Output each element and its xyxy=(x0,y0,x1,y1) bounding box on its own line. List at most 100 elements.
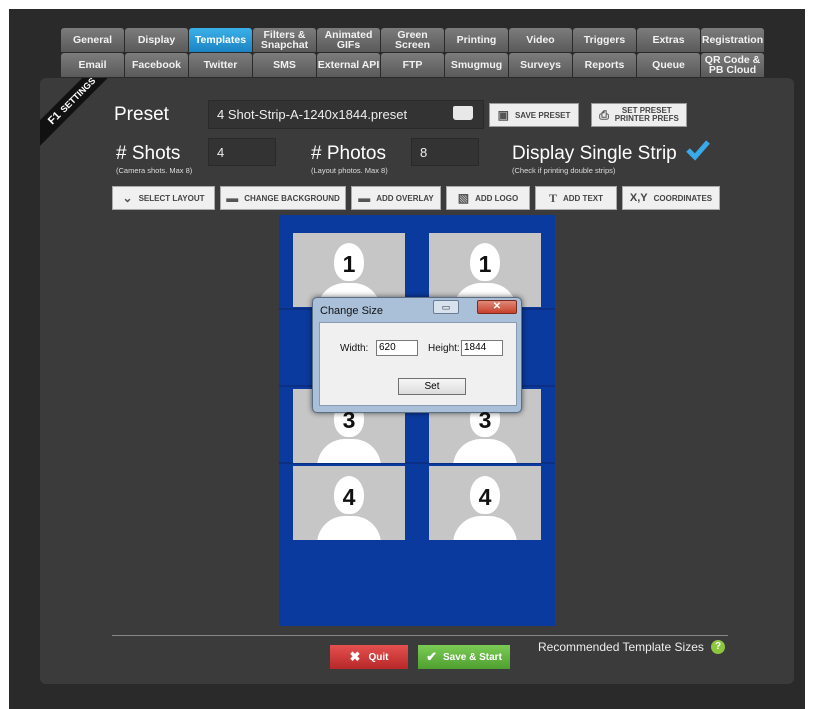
photos-label: # Photos xyxy=(311,143,386,164)
width-label: Width: xyxy=(340,343,369,354)
tab-queue[interactable]: Queue xyxy=(637,53,700,77)
tab-email[interactable]: Email xyxy=(61,53,124,77)
close-icon[interactable]: ✕ xyxy=(477,300,517,314)
save-preset-button[interactable]: ▣ SAVE PRESET xyxy=(489,103,579,127)
check-icon: ✔ xyxy=(426,649,437,664)
tab-display[interactable]: Display xyxy=(125,28,188,52)
tab-general[interactable]: General xyxy=(61,28,124,52)
folder-icon: ▬ xyxy=(358,191,371,205)
photos-input[interactable]: 8 xyxy=(411,138,479,166)
dialog-body: Width: 620 Height: 1844 Set xyxy=(319,322,517,406)
shots-hint: (Camera shots. Max 8) xyxy=(116,166,193,175)
shots-value: 4 xyxy=(217,144,225,160)
tab-twitter[interactable]: Twitter xyxy=(189,53,252,77)
help-icon[interactable]: ? xyxy=(711,640,725,654)
tab-printing[interactable]: Printing xyxy=(445,28,508,52)
tab-external-api[interactable]: External API xyxy=(317,53,380,77)
save-start-button[interactable]: ✔ Save & Start xyxy=(418,645,510,669)
save-icon: ▣ xyxy=(497,108,509,122)
add-text-button[interactable]: T ADD TEXT xyxy=(535,186,617,210)
recommended-sizes-link[interactable]: Recommended Template Sizes xyxy=(538,640,704,654)
width-input[interactable]: 620 xyxy=(376,340,418,356)
photo-slot[interactable]: 4 xyxy=(293,466,405,540)
tab-reports[interactable]: Reports xyxy=(573,53,636,77)
chevron-down-icon: ⌄ xyxy=(122,191,133,205)
preset-label: Preset xyxy=(114,104,169,125)
tab-animated-gifs[interactable]: Animated GIFs xyxy=(317,28,380,52)
person-shoulders xyxy=(453,439,517,463)
printer-prefs-button[interactable]: ⎙ SET PRESET PRINTER PREFS xyxy=(591,103,687,127)
tab-green-screen[interactable]: Green Screen xyxy=(381,28,444,52)
slot-number: 4 xyxy=(478,484,492,510)
image-icon: ▧ xyxy=(457,191,470,205)
photo-slot[interactable]: 4 xyxy=(429,466,541,540)
ribbon-key: F1 xyxy=(45,109,64,128)
single-strip-checkbox[interactable] xyxy=(686,139,710,161)
photo-slot[interactable]: 1 xyxy=(429,233,541,307)
tab-registration[interactable]: Registration xyxy=(701,28,764,52)
tab-bar: General Display Templates Filters & Snapcha… xyxy=(61,28,773,78)
folder-icon: ▬ xyxy=(226,191,239,205)
slot-number: 1 xyxy=(478,251,492,277)
person-shoulders xyxy=(453,516,517,540)
photos-hint: (Layout photos. Max 8) xyxy=(311,166,388,175)
settings-ribbon: F1SETTINGS xyxy=(40,78,110,148)
tab-filters-snapchat[interactable]: Filters & Snapchat xyxy=(253,28,316,52)
photos-value: 8 xyxy=(420,144,428,160)
single-strip-label: Display Single Strip xyxy=(512,143,677,164)
dialog-title: Change Size xyxy=(320,305,383,317)
printer-prefs-label: SET PRESET PRINTER PREFS xyxy=(614,106,679,123)
tab-triggers[interactable]: Triggers xyxy=(573,28,636,52)
text-icon: T xyxy=(548,190,557,205)
quit-button[interactable]: ✖ Quit xyxy=(330,645,408,669)
single-strip-hint: (Check if printing double strips) xyxy=(512,166,616,175)
add-overlay-label: ADD OVERLAY xyxy=(376,193,434,203)
photo-slot[interactable]: 1 xyxy=(293,233,405,307)
height-label: Height: xyxy=(428,343,460,354)
tab-row-1: General Display Templates Filters & Snapcha… xyxy=(61,28,773,52)
add-overlay-button[interactable]: ▬ ADD OVERLAY xyxy=(351,186,441,210)
change-background-label: CHANGE BACKGROUND xyxy=(244,193,340,203)
shots-input[interactable]: 4 xyxy=(208,138,276,166)
height-input[interactable]: 1844 xyxy=(461,340,503,356)
change-background-button[interactable]: ▬ CHANGE BACKGROUND xyxy=(220,186,346,210)
tab-row-2: Email Facebook Twitter SMS External API FTP Sm… xyxy=(61,53,773,77)
preset-value: 4 Shot-Strip-A-1240x1844.preset xyxy=(217,107,408,122)
save-start-label: Save & Start xyxy=(442,651,502,663)
add-logo-label: ADD LOGO xyxy=(475,193,519,203)
tab-sms[interactable]: SMS xyxy=(253,53,316,77)
tab-templates[interactable]: Templates xyxy=(189,28,252,52)
tab-facebook[interactable]: Facebook xyxy=(125,53,188,77)
save-preset-label: SAVE PRESET xyxy=(514,110,571,120)
slot-number: 3 xyxy=(478,407,492,433)
person-shoulders xyxy=(317,516,381,540)
tab-surveys[interactable]: Surveys xyxy=(509,53,572,77)
add-logo-button[interactable]: ▧ ADD LOGO xyxy=(446,186,530,210)
coordinates-label: COORDINATES xyxy=(653,193,713,203)
tab-smugmug[interactable]: Smugmug xyxy=(445,53,508,77)
select-layout-label: SELECT LAYOUT xyxy=(138,193,205,203)
set-button[interactable]: Set xyxy=(398,378,466,395)
person-shoulders xyxy=(317,439,381,463)
change-size-dialog: Change Size ▭ ✕ Width: 620 Height: 1844 … xyxy=(312,297,522,413)
tab-qr-code-pb-cloud[interactable]: QR Code & PB Cloud xyxy=(701,53,764,77)
ribbon-label: SETTINGS xyxy=(58,78,98,115)
separator xyxy=(112,635,728,636)
tab-video[interactable]: Video xyxy=(509,28,572,52)
printer-icon: ⎙ xyxy=(599,108,609,122)
folder-open-icon[interactable] xyxy=(453,106,473,120)
slot-number: 4 xyxy=(342,484,356,510)
restore-icon[interactable]: ▭ xyxy=(433,300,459,314)
slot-number: 1 xyxy=(342,251,356,277)
tab-ftp[interactable]: FTP xyxy=(381,53,444,77)
close-icon: ✖ xyxy=(349,649,361,664)
slot-number: 3 xyxy=(342,407,356,433)
shots-label: # Shots xyxy=(116,143,181,164)
coordinates-button[interactable]: X,Y COORDINATES xyxy=(622,186,720,210)
preset-select[interactable]: 4 Shot-Strip-A-1240x1844.preset xyxy=(208,100,484,129)
select-layout-button[interactable]: ⌄ SELECT LAYOUT xyxy=(112,186,215,210)
add-text-label: ADD TEXT xyxy=(563,193,603,203)
checkmark-icon xyxy=(686,140,710,161)
quit-label: Quit xyxy=(368,651,389,663)
tab-extras[interactable]: Extras xyxy=(637,28,700,52)
